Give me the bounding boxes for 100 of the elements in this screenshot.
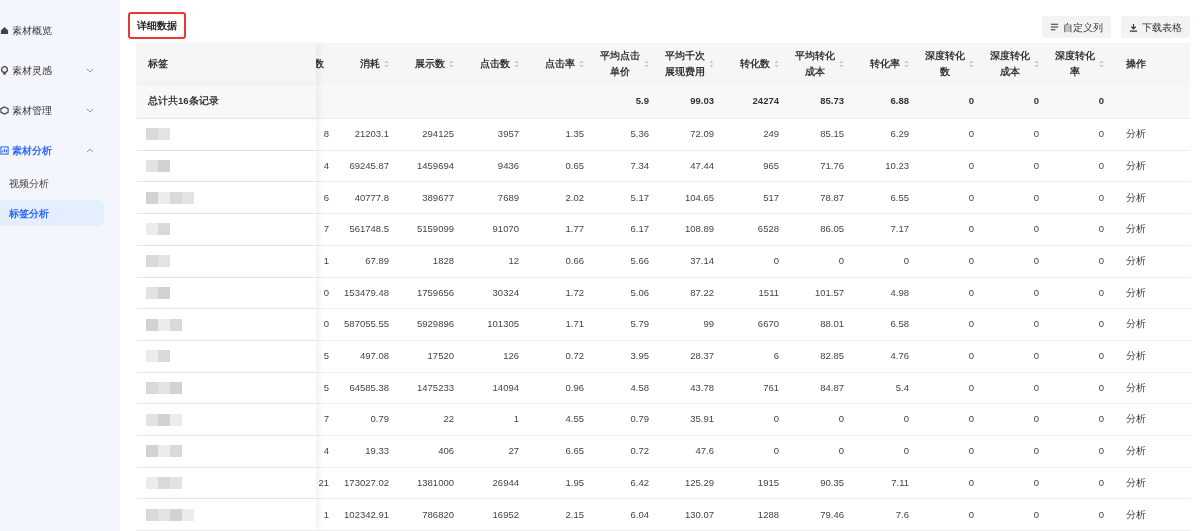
table-cell: 30324	[492, 286, 519, 298]
column-header: 深度转化率	[1055, 49, 1095, 80]
sidebar-subitem[interactable]: 标签分析	[0, 200, 104, 226]
table-cell: 0	[1033, 350, 1039, 362]
download-button[interactable]: 下载表格	[1121, 16, 1190, 38]
table-cell: 0	[1098, 286, 1104, 298]
table-cell: 9436	[497, 159, 519, 171]
table-cell: 0	[903, 255, 909, 267]
analyze-link[interactable]: 分析	[1126, 159, 1146, 171]
table-cell: 5.06	[630, 286, 649, 298]
table-cell: 0	[838, 413, 844, 425]
table-cell: 7.6	[895, 508, 909, 520]
summary-value: 0	[968, 95, 974, 107]
table-cell: 72.09	[690, 128, 714, 140]
table-cell: 0.66	[565, 255, 584, 267]
table-cell: 0	[968, 128, 974, 140]
analyze-link[interactable]: 分析	[1126, 255, 1146, 267]
sidebar-subitem[interactable]: 视频分析	[0, 170, 104, 196]
table-cell: 43.78	[690, 381, 714, 393]
analyze-link[interactable]: 分析	[1126, 476, 1146, 488]
table-cell: 7	[323, 223, 329, 235]
table-cell: 0	[968, 191, 974, 203]
table-cell: 5.17	[630, 191, 649, 203]
table-cell: 82.85	[820, 350, 844, 362]
sidebar-item[interactable]: 素材管理	[0, 90, 120, 130]
sort-icon[interactable]	[839, 60, 844, 69]
chevron-icon	[86, 67, 94, 73]
table-cell: 497.08	[359, 350, 389, 362]
analyze-link[interactable]: 分析	[1126, 191, 1146, 203]
sort-icon[interactable]	[1099, 60, 1104, 69]
table-cell: 0.65	[565, 159, 584, 171]
table-cell: 101.57	[814, 286, 844, 298]
analyze-link[interactable]: 分析	[1126, 381, 1146, 393]
table-cell: 91070	[492, 223, 519, 235]
table-cell: 4.58	[630, 381, 649, 393]
sort-icon[interactable]	[384, 60, 389, 69]
columns-button[interactable]: 自定义列	[1042, 16, 1111, 38]
table-cell: 7.17	[890, 223, 909, 235]
sort-icon[interactable]	[449, 60, 454, 69]
table-cell: 78.87	[820, 191, 844, 203]
table-cell: 1.72	[565, 286, 584, 298]
table-cell: 37.14	[690, 255, 714, 267]
download-icon	[1129, 22, 1138, 32]
table-cell: 0	[968, 255, 974, 267]
analyze-link[interactable]: 分析	[1126, 445, 1146, 457]
analyze-link[interactable]: 分析	[1126, 223, 1146, 235]
section-title: 详细数据	[128, 12, 186, 39]
table-cell: 88.01	[820, 318, 844, 330]
table-cell: 0	[1098, 413, 1104, 425]
sidebar-item[interactable]: 素材概览	[0, 10, 120, 50]
column-header: 平均转化成本	[795, 49, 835, 80]
column-header: 展示数	[415, 57, 445, 72]
table-cell: 6.29	[890, 128, 909, 140]
analyze-link[interactable]: 分析	[1126, 128, 1146, 140]
sort-icon[interactable]	[969, 60, 974, 69]
sidebar-item[interactable]: 素材灵感	[0, 50, 120, 90]
table-cell: 5.79	[630, 318, 649, 330]
table-cell: 125.29	[684, 476, 714, 488]
table-cell: 1.77	[565, 223, 584, 235]
sort-icon[interactable]	[1034, 60, 1039, 69]
table-cell: 5.36	[630, 128, 649, 140]
table-cell: 0	[1098, 445, 1104, 457]
sort-icon[interactable]	[579, 60, 584, 69]
column-header: 标签	[148, 56, 168, 71]
column-header: 深度转化数	[925, 49, 965, 80]
table-cell: 0	[1098, 255, 1104, 267]
analyze-link[interactable]: 分析	[1126, 318, 1146, 330]
table-cell: 69245.87	[349, 159, 389, 171]
summary-value: 99.03	[690, 95, 714, 107]
table-cell: 0	[773, 255, 779, 267]
analyze-link[interactable]: 分析	[1126, 413, 1146, 425]
chevron-icon	[86, 107, 94, 113]
table-cell: 0	[1033, 255, 1039, 267]
table-cell: 0	[968, 445, 974, 457]
table-cell: 153479.48	[344, 286, 389, 298]
sort-icon[interactable]	[904, 60, 909, 69]
table-cell: 6670	[757, 318, 779, 330]
analyze-link[interactable]: 分析	[1126, 286, 1146, 298]
sort-icon[interactable]	[774, 60, 779, 69]
table-cell: 173027.02	[344, 476, 389, 488]
table-cell: 1.35	[565, 128, 584, 140]
column-header: 转化数	[740, 57, 770, 72]
table-cell: 6.04	[630, 508, 649, 520]
table-cell: 0	[1033, 318, 1039, 330]
table-cell: 19.33	[365, 445, 389, 457]
table-cell: 406	[438, 445, 454, 457]
table-cell: 0	[968, 286, 974, 298]
table-cell: 0	[1033, 476, 1039, 488]
table-cell: 5929896	[417, 318, 454, 330]
table-cell: 0	[1033, 413, 1039, 425]
table-cell: 108.89	[684, 223, 714, 235]
sort-icon[interactable]	[644, 60, 649, 69]
table-cell: 1828	[432, 255, 454, 267]
sort-icon[interactable]	[514, 60, 519, 69]
table-cell: 1511	[758, 286, 779, 298]
analyze-link[interactable]: 分析	[1126, 350, 1146, 362]
analyze-link[interactable]: 分析	[1126, 508, 1146, 520]
sort-icon[interactable]	[709, 60, 714, 69]
sidebar-item[interactable]: 素材分析	[0, 130, 120, 170]
table-cell: 0	[1098, 128, 1104, 140]
